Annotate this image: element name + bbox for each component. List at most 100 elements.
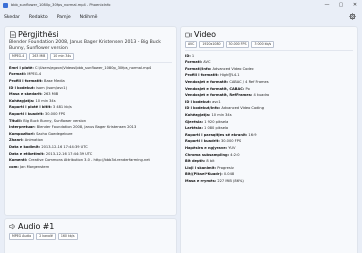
info-key: Vendosjet e formatit, RefFrames: [185,93,253,98]
info-row: Raporti i plotë i bitit: 3 481 kb/s [9,104,172,111]
info-row: Raporti i kuadrit: 30.000 FPS [185,138,353,145]
info-key: Masa e skedarit: [9,92,43,97]
info-key: Chroma subsampling: [185,152,230,157]
duration-tag: 10 min 34s [50,53,75,61]
menu-help[interactable]: Ndihmë [80,13,98,22]
format-tag: MPEG-4 [9,53,28,61]
info-key: Data e etiketimit: [9,151,45,156]
menu-view[interactable]: Pamje [57,13,71,22]
info-row: Titulli: Big Buck Bunny, Sunflower versi… [9,118,172,125]
info-row: Lloji i skanimit: Progresiv [185,165,353,172]
info-value: 1 920 piksela [204,119,229,124]
minimize-button[interactable]: — [320,0,334,10]
info-key: Komenti: [9,158,28,163]
speaker-icon [9,223,16,230]
info-value: AVC [203,60,211,65]
close-button[interactable]: ✕ [348,0,362,10]
video-bitrate-tag: 3 000 kb/s [251,41,275,49]
info-value: 10 min 34s [35,98,56,103]
menu-file[interactable]: Skedar [4,13,20,22]
info-value: 3 481 kb/s [52,105,72,110]
info-row: Gjerësia: 1 920 piksela [185,119,353,126]
video-panel: Video AVC 1920x1080 30.000 FPS 3 000 kb/… [180,26,358,253]
info-row: Raporti i kuadrit: 30.000 FPS [9,111,172,118]
info-value: 4:2:0 [230,152,240,157]
general-title: Përgjithësi [18,30,59,39]
maximize-button[interactable]: ▢ [334,0,348,10]
info-row: Profili i formatit: High@L4.1 [185,72,353,79]
info-key: Formati/Info: [185,66,212,71]
info-key: Bit depth: [185,159,206,164]
info-row: Vendosjet e formatit, CABAC: Po [185,86,353,93]
info-row: Zhanri: Animation [9,137,172,144]
info-row: Formati: AVC [185,59,353,66]
info-key: ID i kodekut: [9,85,35,90]
video-codec-tag: AVC [185,41,198,49]
info-value: Advanced Video Codec [212,66,254,71]
info-row: Lartësia: 1 080 piksela [185,125,353,132]
info-key: Raporti i plotë i bitit: [9,105,52,110]
info-key: Vendosjet e formatit: [185,80,229,85]
info-value: YUV [228,146,236,150]
info-value: Po [245,86,250,91]
info-row: Kohëzgjatja: 10 min 34s [9,98,172,105]
info-value: 0.048 [223,172,235,177]
window-controls: — ▢ ✕ [320,0,362,10]
audio-format-tag: MPEG Audio [9,233,35,241]
info-value: 1 080 piksela [204,126,229,131]
info-value: C:\Users\egzon\Videos\bbb_sunflower_1080… [34,65,152,70]
info-row: Komenti: Creative Commons Attribution 3.… [9,157,172,164]
settings-gear-icon[interactable] [348,12,357,21]
info-key: ID i kodekut/Info: [185,106,221,111]
info-key: com: [9,164,19,169]
app-icon [3,2,8,8]
video-fps-tag: 30.000 FPS [225,41,250,49]
info-row: Kohëzgjatja: 10 min 34s [185,112,353,119]
info-value: avc1 [212,99,221,104]
info-value: Progresiv [217,165,234,170]
info-key: Profili i formatit: [185,73,219,78]
info-key: Raporti i kuadrit: [185,139,220,144]
general-subtitle: Blender Foundation 2008, Janus Bager Kri… [9,40,161,51]
info-value: 2013-12-16 17:44:39 UTC [41,145,88,149]
audio-header: Audio #1 [5,219,176,231]
info-value: 1 [191,53,195,58]
info-key: ID i kodekut: [185,99,211,104]
video-rows: ID: 1 Formati: AVC Formati/Info: Advanced … [181,51,357,185]
info-value: 30.000 FPS [44,112,66,117]
info-value: Advanced Video Coding [221,106,264,111]
info-key: Profili i formatit: [9,79,43,84]
info-key: Bit/(Piksel*Kuadr): [185,172,223,177]
video-header: Video [181,27,357,39]
info-row: Kompozitori: Sacha Goedegebure [9,131,172,138]
menu-edit[interactable]: Redakto [29,13,48,22]
info-row: Data e kodimit: 2013-12-16 17:44:39 UTC [9,144,172,151]
general-header: Përgjithësi [5,27,176,39]
info-row: Data e etiketimit: 2013-12-16 17:44:39 U… [9,151,172,158]
info-row: Vendosjet e formatit: CABAC / 4 Ref Fram… [185,79,353,86]
info-key: Gjerësia: [185,119,204,124]
info-row: ID: 1 [185,53,353,60]
info-value: Base Media [43,79,65,84]
info-row: Bit/(Piksel*Kuadr): 0.048 [185,171,353,178]
info-value: 263 MiB [43,92,59,97]
info-value: Blender Foundation 2008, Janus Bager Kri… [36,125,137,130]
info-row: Raporti i paraqitjes së ekranit: 16:9 [185,132,353,139]
info-value: isom (isom/avc1) [36,85,67,90]
info-key: Vendosjet e formatit, CABAC: [185,86,245,91]
audio-panel: Audio #1 MPEG Audio 2 kanalë 160 kb/s [4,218,177,253]
audio-bitrate-tag: 160 kb/s [57,233,78,241]
general-tags: MPEG-4 263 MiB 10 min 34s [5,51,176,62]
video-title: Video [194,30,216,39]
info-value: Big Buck Bunny, Sunflower version [23,118,87,123]
info-key: Titulli: [9,118,23,123]
info-value: Animation [24,138,44,143]
info-key: Formati: [9,72,27,77]
info-key: Zhanri: [9,138,24,143]
size-tag: 263 MiB [29,53,49,61]
info-value: Jan Morgenstern [19,164,50,169]
info-value: 4 kuadro [253,93,270,98]
info-key: ID: [185,53,191,58]
info-value: MPEG-4 [27,72,42,77]
audio-tags: MPEG Audio 2 kanalë 160 kb/s [5,231,176,242]
